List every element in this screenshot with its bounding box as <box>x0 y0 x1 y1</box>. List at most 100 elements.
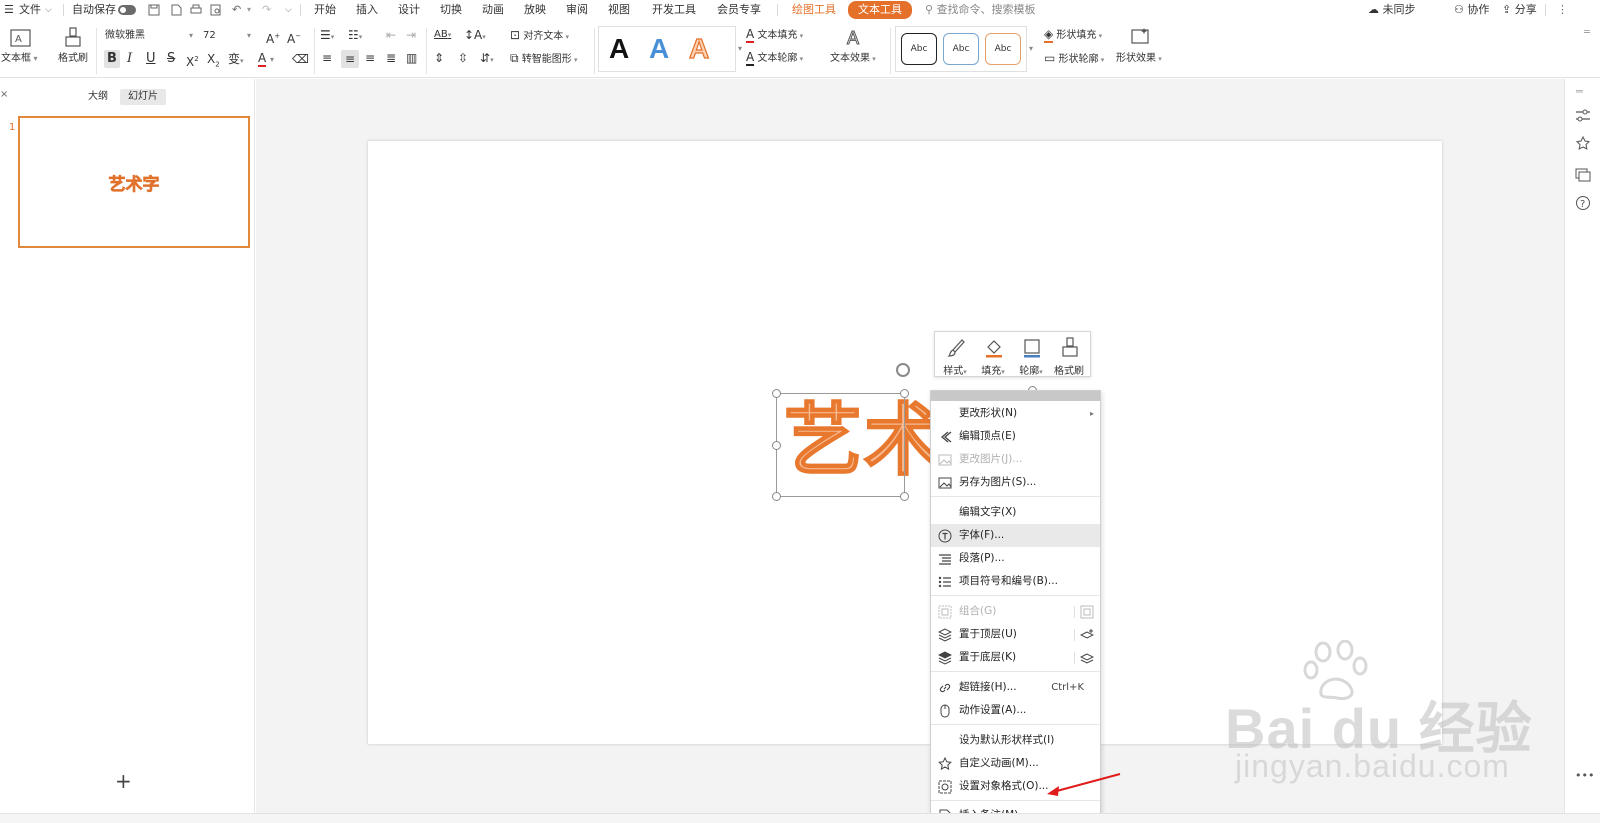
numbered-list-icon[interactable]: ☷▾ <box>348 28 362 44</box>
subscript-button[interactable]: X2 <box>207 52 220 71</box>
distribute-icon[interactable]: ▥ <box>406 51 417 65</box>
superscript-button[interactable]: X2 <box>186 52 199 69</box>
search-box[interactable]: ⚲ 查找命令、搜索模板 <box>925 3 1036 17</box>
font-size-select[interactable]: 72 ▾ <box>200 27 256 45</box>
menu-item-action-settings[interactable]: 动作设置(A)... <box>931 699 1100 722</box>
menu-item-font[interactable]: 字体(F)... <box>931 524 1100 547</box>
context-menu-collapse-bar[interactable]: ⌃ <box>931 391 1100 401</box>
tab-insert[interactable]: 插入 <box>356 2 378 18</box>
send-back-options-icon[interactable] <box>1080 651 1094 665</box>
chevron-down-icon[interactable]: ⌵ <box>45 3 52 17</box>
bring-front-options-icon[interactable] <box>1080 628 1094 642</box>
text-fill-button[interactable]: A 文本填充 ▾ <box>746 27 803 43</box>
help-icon[interactable]: ? <box>1575 195 1591 211</box>
shape-effect-button[interactable]: 形状效果 ▾ <box>1116 52 1162 66</box>
tab-outline[interactable]: 大纲 <box>80 89 116 105</box>
shape-style-dark[interactable]: Abc <box>901 33 937 65</box>
column-spacing-icon[interactable]: ⇳ <box>458 51 468 65</box>
redo-icon[interactable]: ↷ <box>262 3 271 17</box>
tab-view[interactable]: 视图 <box>608 2 630 18</box>
tab-drawing-tools[interactable]: 绘图工具 <box>792 2 836 18</box>
shape-gallery-expand-icon[interactable]: ▾ <box>1029 42 1033 56</box>
wordart-style-blue[interactable]: A <box>649 34 669 64</box>
resize-handle-s[interactable] <box>900 492 909 501</box>
menu-item-hyperlink[interactable]: 超链接(H)... Ctrl+K <box>931 676 1100 699</box>
format-painter-mini-button[interactable]: 格式刷 <box>1051 336 1087 377</box>
sync-button[interactable]: ☁ 未同步 <box>1368 3 1416 17</box>
quick-access-dropdown-icon[interactable]: ⌵ <box>285 3 292 17</box>
font-name-select[interactable]: 微软雅黑 ▾ <box>102 27 198 45</box>
menu-item-edit-points[interactable]: 编辑顶点(E) <box>931 425 1100 448</box>
tab-developer[interactable]: 开发工具 <box>652 2 696 18</box>
menu-item-change-picture[interactable]: 更改图片(J)... <box>931 448 1100 471</box>
text-direction-icon[interactable]: AB▾ <box>434 28 451 42</box>
font-color-button[interactable]: A <box>258 52 267 67</box>
tab-review[interactable]: 审阅 <box>566 2 588 18</box>
slide-thumbnail-1[interactable]: 艺术字 <box>18 116 250 248</box>
tab-design[interactable]: 设计 <box>398 2 420 18</box>
resize-handle-sw[interactable] <box>772 492 781 501</box>
group-options-icon[interactable] <box>1080 605 1094 619</box>
align-center-icon[interactable]: ≡ <box>341 50 359 68</box>
more-icon[interactable]: ⋮ <box>1557 3 1568 17</box>
resize-handle-w[interactable] <box>772 441 781 450</box>
resize-handle-nw[interactable] <box>772 389 781 398</box>
strikethrough-button[interactable]: S <box>167 52 175 66</box>
align-text-button[interactable]: ⊡ 对齐文本 ▾ <box>510 28 569 44</box>
save-icon[interactable] <box>148 4 160 16</box>
add-slide-button[interactable]: + <box>115 769 132 793</box>
menu-item-edit-text[interactable]: 编辑文字(X) <box>931 501 1100 524</box>
menu-item-change-shape[interactable]: 更改形状(N) ▸ <box>931 402 1100 425</box>
tab-transition[interactable]: 切换 <box>440 2 462 18</box>
increase-indent-icon[interactable]: ⇥ <box>406 28 416 42</box>
autosave-toggle[interactable] <box>118 5 136 15</box>
menu-item-bullets-numbering[interactable]: 项目符号和编号(B)... <box>931 570 1100 593</box>
shape-outline-button[interactable]: ▭ 形状轮廓 ▾ <box>1044 51 1104 67</box>
decrease-indent-icon[interactable]: ⇤ <box>386 28 396 42</box>
align-right-icon[interactable]: ≡ <box>365 51 375 65</box>
increase-font-icon[interactable]: A+ <box>266 29 280 46</box>
textbox-button[interactable]: 文本框 ▾ <box>1 52 38 66</box>
wordart-style-black[interactable]: A <box>609 34 629 64</box>
menu-item-bring-to-front[interactable]: 置于顶层(U) <box>931 623 1100 646</box>
clear-format-icon[interactable]: ⌫ <box>292 52 309 66</box>
smart-shape-button[interactable]: ⧉ 转智能图形 ▾ <box>510 51 578 67</box>
fill-button[interactable]: 填充▾ <box>975 336 1011 377</box>
print-icon[interactable] <box>190 4 202 16</box>
line-spacing-icon[interactable]: ↕A▾ <box>464 28 486 44</box>
text-outline-button[interactable]: A 文本轮廓 ▾ <box>746 50 803 66</box>
font-color-dropdown-icon[interactable]: ▾ <box>270 53 274 67</box>
style-button[interactable]: 样式▾ <box>937 336 973 377</box>
settings-sliders-icon[interactable] <box>1575 108 1591 124</box>
tab-text-tools[interactable]: 文本工具 <box>848 1 912 19</box>
undo-icon[interactable]: ↶ <box>232 3 241 17</box>
resize-handle-n[interactable] <box>900 389 909 398</box>
tab-slides[interactable]: 幻灯片 <box>120 89 166 105</box>
gallery-expand-icon[interactable]: ▾ <box>738 42 742 56</box>
menu-item-set-default-style[interactable]: 设为默认形状样式(I) <box>931 729 1100 752</box>
close-panel-icon[interactable]: × <box>0 89 8 100</box>
menu-item-group[interactable]: 组合(G) <box>931 600 1100 623</box>
ribbon-collapse-icon[interactable]: ═ <box>1584 26 1590 40</box>
animation-star-icon[interactable] <box>1575 136 1591 152</box>
tab-member[interactable]: 会员专享 <box>717 2 761 18</box>
paragraph-spacing-icon[interactable]: ⇕ <box>434 51 444 65</box>
text-effect-button[interactable]: 文本效果 ▾ <box>830 52 876 66</box>
justify-icon[interactable]: ≣ <box>386 51 396 65</box>
italic-button[interactable]: I <box>127 52 132 66</box>
bold-button[interactable]: B <box>104 50 120 68</box>
shape-fill-button[interactable]: ◈ 形状填充 ▾ <box>1044 27 1102 43</box>
shape-style-blue[interactable]: Abc <box>943 33 979 65</box>
more-options-icon[interactable]: ••• <box>1575 769 1594 782</box>
print-preview-icon[interactable] <box>210 4 222 16</box>
spacing-options-icon[interactable]: ⇵▾ <box>480 51 494 67</box>
decrease-font-icon[interactable]: A− <box>287 29 301 46</box>
sidebar-collapse-icon[interactable]: ═ <box>1576 85 1583 98</box>
menu-item-paragraph[interactable]: 段落(P)... <box>931 547 1100 570</box>
format-painter-button[interactable]: 格式刷 <box>58 52 88 66</box>
menu-item-save-as-picture[interactable]: 另存为图片(S)... <box>931 471 1100 494</box>
tab-animation[interactable]: 动画 <box>482 2 504 18</box>
collaborate-button[interactable]: ⚇ 协作 <box>1454 3 1489 17</box>
undo-dropdown-icon[interactable]: ▾ <box>247 3 251 17</box>
rotate-handle-icon[interactable] <box>896 363 910 377</box>
